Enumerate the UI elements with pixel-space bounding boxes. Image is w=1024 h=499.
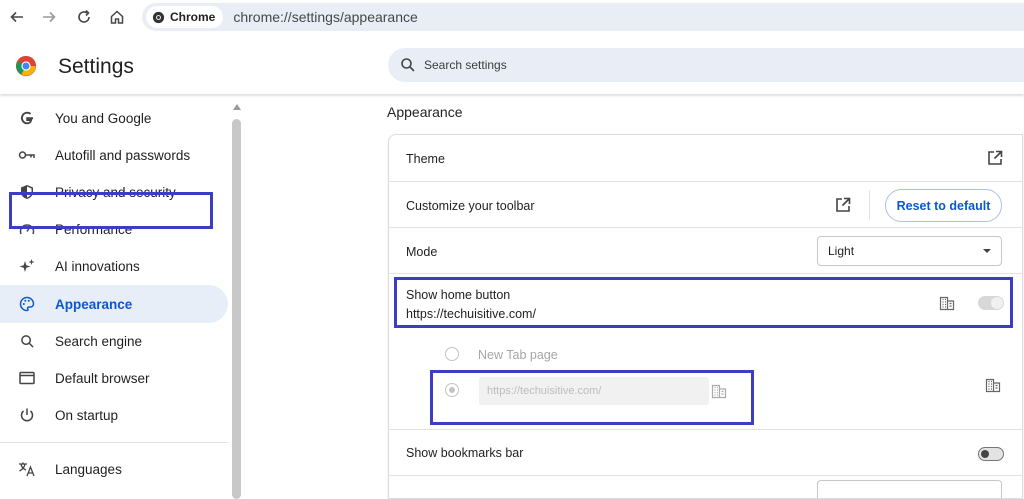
page-title: Settings bbox=[58, 55, 134, 78]
customize-toolbar-label: Customize your toolbar bbox=[406, 199, 535, 213]
power-icon bbox=[17, 405, 37, 425]
key-icon bbox=[17, 145, 37, 165]
reset-to-default-button[interactable]: Reset to default bbox=[885, 189, 1002, 222]
scroll-thumb[interactable] bbox=[232, 119, 241, 499]
site-chip-label: Chrome bbox=[170, 10, 216, 24]
sidebar-item-label: AI innovations bbox=[55, 258, 140, 274]
annotation-highlight-appearance bbox=[9, 192, 213, 229]
sidebar-item-label: Autofill and passwords bbox=[55, 147, 191, 163]
sidebar-item-ai-innovations[interactable]: AI innovations bbox=[0, 247, 228, 285]
browser-window-icon bbox=[17, 368, 37, 388]
theme-row[interactable]: Theme bbox=[389, 135, 1023, 181]
scroll-up-arrow-icon[interactable] bbox=[233, 104, 241, 110]
open-external-icon[interactable] bbox=[986, 149, 1004, 167]
sidebar-item-autofill[interactable]: Autofill and passwords bbox=[0, 136, 228, 174]
back-arrow-icon[interactable] bbox=[6, 6, 28, 28]
sidebar-item-appearance[interactable]: Appearance bbox=[0, 285, 228, 323]
sidebar-item-on-startup[interactable]: On startup bbox=[0, 396, 228, 434]
mode-label: Mode bbox=[406, 245, 438, 259]
mode-select-value: Light bbox=[828, 244, 855, 258]
address-bar[interactable]: Chrome chrome://settings/appearance bbox=[142, 3, 1024, 31]
sparkle-icon bbox=[17, 256, 37, 276]
sidebar-scrollbar[interactable] bbox=[232, 104, 241, 499]
browser-toolbar: Chrome chrome://settings/appearance bbox=[0, 0, 1024, 36]
section-title: Appearance bbox=[387, 104, 463, 120]
site-chip[interactable]: Chrome bbox=[146, 6, 224, 28]
search-input[interactable]: Search settings bbox=[388, 48, 1024, 82]
next-row-partial bbox=[389, 475, 1023, 499]
forward-arrow-icon[interactable] bbox=[38, 6, 60, 28]
mode-row: Mode Light bbox=[389, 227, 1023, 273]
theme-label: Theme bbox=[406, 152, 445, 166]
new-tab-page-label: New Tab page bbox=[478, 348, 558, 362]
annotation-highlight-home-button bbox=[394, 277, 1013, 328]
vertical-separator bbox=[869, 190, 870, 220]
sidebar-item-label: You and Google bbox=[55, 110, 152, 126]
search-icon bbox=[401, 58, 415, 72]
show-bookmarks-bar-row[interactable]: Show bookmarks bar bbox=[389, 429, 1023, 475]
search-placeholder: Search settings bbox=[424, 58, 507, 72]
url-text: chrome://settings/appearance bbox=[233, 9, 418, 25]
search-icon bbox=[17, 331, 37, 351]
sidebar-item-you-and-google[interactable]: You and Google bbox=[0, 99, 228, 137]
reload-icon[interactable] bbox=[73, 6, 95, 28]
chrome-small-icon bbox=[152, 11, 165, 23]
chrome-logo-icon bbox=[15, 55, 37, 77]
sidebar-item-label: Languages bbox=[55, 461, 122, 477]
home-icon[interactable] bbox=[106, 6, 128, 28]
sidebar-item-label: Appearance bbox=[55, 296, 133, 312]
sidebar-item-label: Search engine bbox=[55, 333, 143, 349]
annotation-highlight-custom-url bbox=[430, 370, 754, 425]
sidebar-item-search-engine[interactable]: Search engine bbox=[0, 322, 228, 360]
palette-icon bbox=[17, 294, 37, 314]
sidebar-item-default-browser[interactable]: Default browser bbox=[0, 359, 228, 397]
translate-icon bbox=[17, 459, 37, 479]
google-icon bbox=[17, 108, 37, 128]
enterprise-building-icon bbox=[985, 378, 1001, 393]
open-external-icon[interactable] bbox=[834, 196, 852, 214]
sidebar-item-label: On startup bbox=[55, 407, 119, 423]
bookmarks-bar-toggle[interactable] bbox=[978, 447, 1004, 461]
settings-header: Settings Search settings bbox=[0, 36, 1024, 94]
sidebar-divider bbox=[0, 442, 228, 443]
sidebar-item-languages[interactable]: Languages bbox=[0, 450, 228, 488]
sidebar: You and Google Autofill and passwords Pr… bbox=[0, 94, 245, 499]
sidebar-item-label: Default browser bbox=[55, 370, 150, 386]
show-bookmarks-bar-label: Show bookmarks bar bbox=[406, 446, 524, 460]
new-tab-page-radio[interactable] bbox=[445, 347, 459, 361]
mode-select[interactable]: Light bbox=[817, 236, 1002, 266]
chevron-down-icon bbox=[983, 249, 991, 253]
customize-toolbar-row: Customize your toolbar Reset to default bbox=[389, 181, 1023, 227]
partial-select[interactable] bbox=[817, 480, 1002, 499]
